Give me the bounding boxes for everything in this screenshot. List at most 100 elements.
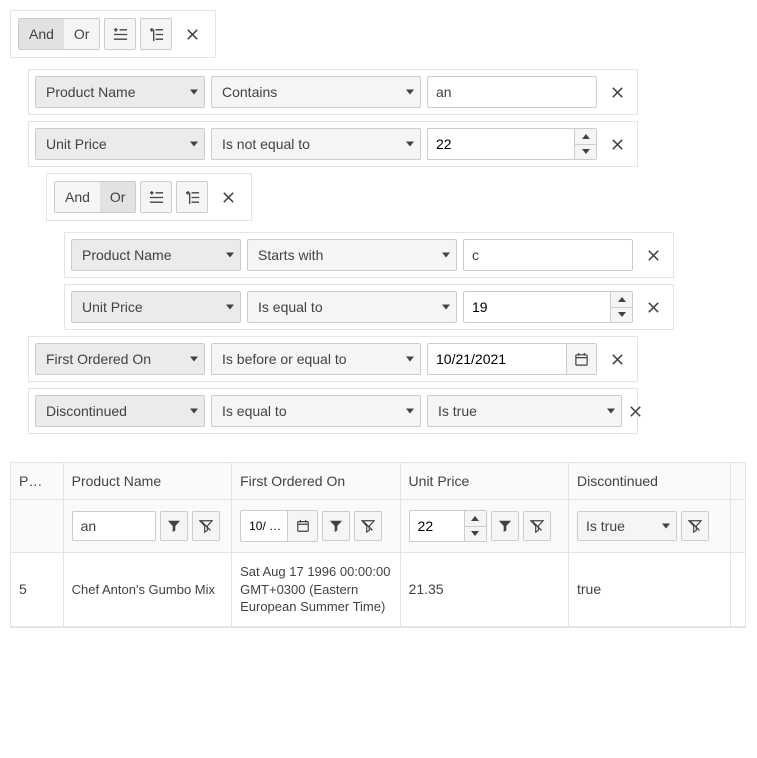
spin-up[interactable] <box>575 129 596 145</box>
operator-picker[interactable]: Contains <box>211 76 421 108</box>
cell-id: 5 <box>11 553 63 627</box>
or-button[interactable]: Or <box>100 182 136 212</box>
filter-clear-button[interactable] <box>192 511 220 541</box>
spinner <box>610 292 632 322</box>
col-header-id[interactable]: P… <box>11 463 63 500</box>
filter-rule: Unit Price Is equal to <box>64 284 674 330</box>
col-header-date[interactable]: First Ordered On <box>232 463 400 500</box>
field-picker[interactable]: Discontinued <box>35 395 205 427</box>
filter-clear-button[interactable] <box>354 511 382 541</box>
spinner <box>574 129 596 159</box>
value-input[interactable] <box>463 239 633 271</box>
field-picker[interactable]: Product Name <box>71 239 241 271</box>
filter-button[interactable] <box>160 511 188 541</box>
scrollbar-gap <box>731 463 745 500</box>
close-icon <box>610 137 625 152</box>
cell-name: Chef Anton's Gumbo Mix <box>63 553 231 627</box>
delete-rule-button[interactable] <box>639 291 667 323</box>
filter-rule: Discontinued Is equal to Is true <box>28 388 638 434</box>
number-input-wrap <box>463 291 633 323</box>
chevron-down-icon <box>406 357 414 362</box>
value-input[interactable] <box>427 76 597 108</box>
chevron-down-icon <box>190 142 198 147</box>
filter-icon <box>498 519 512 533</box>
group-rules: Product Name Starts with Unit Price Is e… <box>46 232 686 330</box>
filter-button[interactable] <box>322 511 350 541</box>
delete-rule-button[interactable] <box>639 239 667 271</box>
delete-rule-button[interactable] <box>628 395 643 427</box>
field-picker[interactable]: First Ordered On <box>35 343 205 375</box>
filter-cell-id <box>11 500 63 553</box>
calendar-icon <box>574 352 589 367</box>
filter-rule: Product Name Contains <box>28 69 638 115</box>
filter-clear-button[interactable] <box>681 511 709 541</box>
col-header-price[interactable]: Unit Price <box>400 463 568 500</box>
filter-clear-icon <box>688 519 702 533</box>
col-header-name[interactable]: Product Name <box>63 463 231 500</box>
delete-rule-button[interactable] <box>603 128 631 160</box>
add-expression-button[interactable] <box>140 181 172 213</box>
operator-label: Is before or equal to <box>222 351 347 367</box>
field-picker[interactable]: Product Name <box>35 76 205 108</box>
value-picker[interactable]: Is true <box>427 395 622 427</box>
filter-button[interactable] <box>491 511 519 541</box>
delete-rule-button[interactable] <box>603 76 631 108</box>
group-toolbar: And Or <box>18 18 208 50</box>
operator-label: Is not equal to <box>222 136 310 152</box>
filter-clear-button[interactable] <box>523 511 551 541</box>
number-input-wrap <box>427 128 597 160</box>
spin-up[interactable] <box>611 292 632 308</box>
spin-up[interactable] <box>465 511 486 527</box>
filter-row: Is true <box>11 500 745 553</box>
chevron-down-icon <box>406 90 414 95</box>
field-label: Product Name <box>82 247 171 263</box>
calendar-button[interactable] <box>566 344 596 374</box>
filter-input-discontinued[interactable]: Is true <box>577 511 677 541</box>
operator-label: Contains <box>222 84 277 100</box>
add-group-button[interactable] <box>176 181 208 213</box>
chevron-down-icon <box>582 149 590 154</box>
col-header-discontinued[interactable]: Discontinued <box>569 463 731 500</box>
cell-date: Sat Aug 17 1996 00:00:00 GMT+0300 (Easte… <box>232 553 400 627</box>
scrollbar-gap <box>731 553 745 627</box>
delete-group-button[interactable] <box>212 181 244 213</box>
field-picker[interactable]: Unit Price <box>35 128 205 160</box>
chevron-down-icon <box>190 357 198 362</box>
spin-down[interactable] <box>465 527 486 542</box>
logic-toggle[interactable]: And Or <box>18 18 100 50</box>
add-group-button[interactable] <box>140 18 172 50</box>
chevron-up-icon <box>471 516 479 521</box>
logic-toggle[interactable]: And Or <box>54 181 136 213</box>
operator-picker[interactable]: Is not equal to <box>211 128 421 160</box>
filter-input-name[interactable] <box>72 511 156 541</box>
or-button[interactable]: Or <box>64 19 100 49</box>
and-button[interactable]: And <box>55 182 100 212</box>
header-row: P… Product Name First Ordered On Unit Pr… <box>11 463 745 500</box>
group-toolbar: And Or <box>54 181 244 213</box>
delete-rule-button[interactable] <box>603 343 631 375</box>
chevron-down-icon <box>406 409 414 414</box>
and-button[interactable]: And <box>19 19 64 49</box>
calendar-button[interactable] <box>287 511 317 541</box>
field-picker[interactable]: Unit Price <box>71 291 241 323</box>
chevron-down-icon <box>406 142 414 147</box>
close-icon <box>646 248 661 263</box>
value-input[interactable] <box>427 128 597 160</box>
operator-label: Is equal to <box>258 299 323 315</box>
add-expression-button[interactable] <box>104 18 136 50</box>
delete-group-button[interactable] <box>176 18 208 50</box>
spin-down[interactable] <box>611 308 632 323</box>
operator-picker[interactable]: Is equal to <box>211 395 421 427</box>
field-label: First Ordered On <box>46 351 151 367</box>
value-input[interactable] <box>463 291 633 323</box>
spin-down[interactable] <box>575 145 596 160</box>
filter-group-nested: And Or <box>46 173 252 221</box>
operator-picker[interactable]: Is before or equal to <box>211 343 421 375</box>
close-icon <box>646 300 661 315</box>
table-row: 5 Chef Anton's Gumbo Mix Sat Aug 17 1996… <box>11 553 745 627</box>
chevron-down-icon <box>226 305 234 310</box>
operator-picker[interactable]: Starts with <box>247 239 457 271</box>
value-label: Is true <box>586 518 625 534</box>
operator-picker[interactable]: Is equal to <box>247 291 457 323</box>
filter-cell-date <box>232 500 400 553</box>
